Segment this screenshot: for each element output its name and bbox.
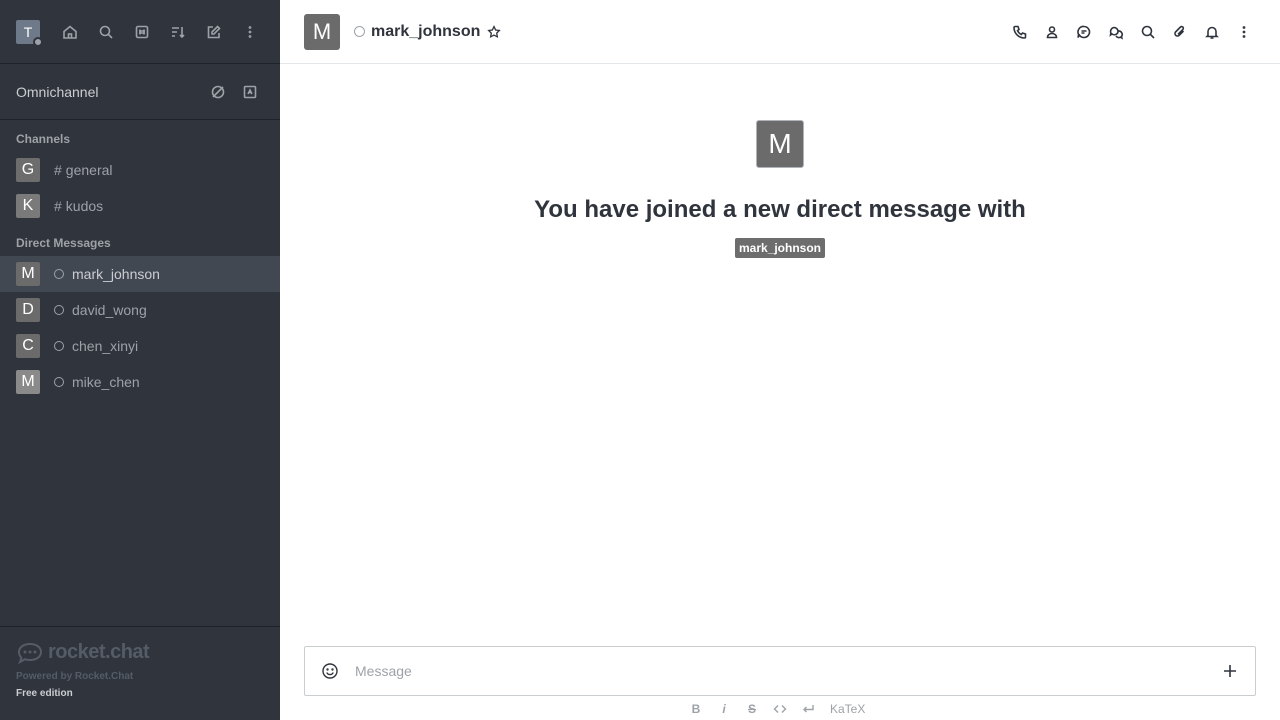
sort-button[interactable]	[164, 18, 192, 46]
rocket-chat-logo[interactable]: rocket.chat	[16, 637, 264, 667]
main-content: M mark_johnson M You have joined a new d…	[280, 0, 1280, 720]
sidebar: T Omnichannel Channels G # general K # k…	[0, 0, 280, 720]
kebab-menu-icon	[248, 25, 252, 38]
strikethrough-button[interactable]: S	[742, 700, 762, 718]
sidebar-header: T	[0, 0, 280, 64]
user-mention-chip[interactable]: mark_johnson	[734, 238, 826, 258]
room-name: mark_johnson	[72, 266, 160, 282]
sidebar-footer: rocket.chat Powered by Rocket.Chat Free …	[0, 626, 280, 720]
message-input[interactable]	[355, 660, 1205, 682]
code-button[interactable]	[770, 700, 790, 718]
more-options-button[interactable]	[236, 18, 264, 46]
italic-button[interactable]: i	[714, 700, 734, 718]
sidebar-item-kudos[interactable]: K # kudos	[0, 188, 280, 224]
hashtag-icon: #	[54, 162, 62, 178]
search-button[interactable]	[92, 18, 120, 46]
notifications-button[interactable]	[1200, 20, 1224, 44]
room-kebab-button[interactable]	[1232, 20, 1256, 44]
rocket-chat-logo-icon	[17, 642, 43, 664]
discussions-button[interactable]	[1104, 20, 1128, 44]
formatting-toolbar: B i S KaTeX	[686, 700, 866, 718]
offline-status-icon	[54, 305, 64, 315]
threads-button[interactable]	[1072, 20, 1096, 44]
channels-section-title: Channels	[16, 132, 71, 146]
home-icon	[63, 24, 77, 39]
sidebar-item-chen-xinyi[interactable]: C chen_xinyi	[0, 328, 280, 364]
rocket-chat-logo-text: rocket.chat	[48, 640, 150, 663]
call-button[interactable]	[1008, 20, 1032, 44]
offline-status-icon	[354, 26, 365, 37]
directory-icon	[135, 25, 149, 38]
contact-card-icon	[243, 85, 257, 98]
room-name: mike_chen	[72, 374, 140, 390]
kebab-menu-icon	[1242, 25, 1246, 38]
favorite-button[interactable]	[484, 22, 504, 42]
create-new-button[interactable]	[200, 18, 228, 46]
room-header: M mark_johnson	[280, 0, 1280, 64]
search-messages-button[interactable]	[1136, 20, 1160, 44]
emoji-button[interactable]	[305, 660, 355, 682]
home-button[interactable]	[56, 18, 84, 46]
powered-by-text: Powered by Rocket.Chat	[16, 671, 134, 682]
smiley-icon	[322, 663, 338, 679]
room-toolbar	[1008, 20, 1256, 44]
edition-link[interactable]: Free edition	[16, 688, 264, 699]
omnichannel-label: Omnichannel	[16, 83, 99, 100]
enter-icon	[803, 705, 814, 713]
room-header-avatar[interactable]: M	[304, 13, 340, 50]
room-avatar: M	[16, 370, 40, 394]
offline-status-icon	[54, 377, 64, 387]
direct-messages-section-title: Direct Messages	[16, 236, 111, 250]
paperclip-icon	[1174, 25, 1185, 37]
user-avatar-letter: T	[23, 23, 33, 40]
welcome-message: You have joined a new direct message wit…	[534, 196, 1026, 223]
bell-icon	[1205, 26, 1219, 39]
katex-link[interactable]: KaTeX	[830, 702, 865, 716]
sidebar-item-david-wong[interactable]: D david_wong	[0, 292, 280, 328]
offline-status-icon	[54, 341, 64, 351]
directory-button[interactable]	[128, 18, 156, 46]
omnichannel-availability-button[interactable]	[204, 78, 232, 106]
search-icon	[99, 25, 113, 39]
discussion-icon	[1109, 26, 1123, 40]
room-name: david_wong	[72, 302, 147, 318]
plus-icon	[1224, 665, 1236, 677]
room-name: chen_xinyi	[72, 338, 139, 354]
hashtag-icon: #	[54, 198, 62, 214]
room-name: kudos	[65, 198, 104, 214]
sidebar-item-mike-chen[interactable]: M mike_chen	[0, 364, 280, 400]
welcome-avatar: M	[756, 120, 804, 168]
star-icon	[487, 24, 502, 38]
room-avatar: D	[16, 298, 40, 322]
code-icon	[773, 705, 787, 713]
sort-icon	[172, 26, 185, 38]
message-composer	[304, 646, 1256, 696]
offline-status-icon	[54, 269, 64, 279]
room-avatar: K	[16, 194, 40, 218]
sidebar-item-general[interactable]: G # general	[0, 152, 280, 188]
no-chat-icon	[211, 85, 225, 98]
files-button[interactable]	[1168, 20, 1192, 44]
create-attachment-button[interactable]	[1205, 660, 1255, 682]
welcome-section: M You have joined a new direct message w…	[280, 120, 1280, 258]
omnichannel-section: Omnichannel	[0, 64, 280, 120]
search-icon	[1141, 25, 1155, 39]
room-avatar: C	[16, 334, 40, 358]
pencil-square-icon	[207, 24, 221, 38]
user-icon	[1046, 25, 1058, 38]
room-title: mark_johnson	[371, 22, 481, 40]
multiline-button[interactable]	[798, 700, 818, 718]
bold-button[interactable]: B	[686, 700, 706, 718]
phone-icon	[1013, 25, 1027, 39]
omnichannel-contact-center-button[interactable]	[236, 78, 264, 106]
thread-icon	[1077, 25, 1091, 38]
room-name: general	[65, 162, 113, 178]
sidebar-item-mark-johnson[interactable]: M mark_johnson	[0, 256, 280, 292]
room-avatar: G	[16, 158, 40, 182]
user-status-indicator	[33, 36, 43, 47]
user-avatar[interactable]: T	[16, 19, 43, 47]
user-info-button[interactable]	[1040, 20, 1064, 44]
room-avatar: M	[16, 262, 40, 286]
